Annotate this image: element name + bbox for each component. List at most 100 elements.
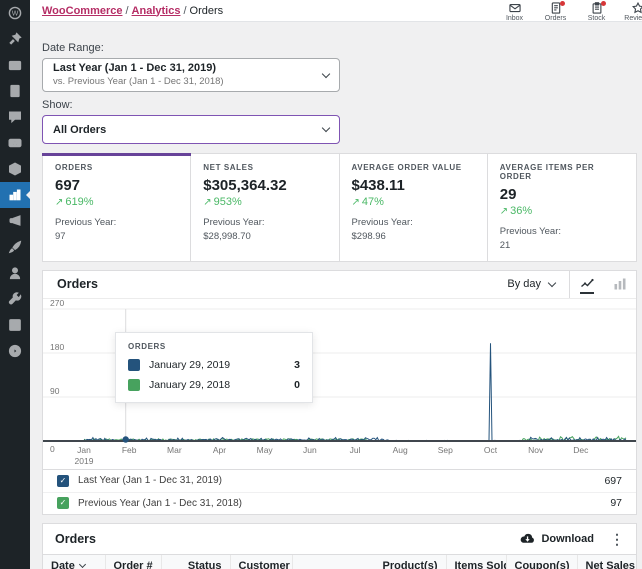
summary-card-average-items-per-order[interactable]: AVERAGE ITEMS PER ORDER 29 ↗ 36% Previous… (488, 154, 636, 261)
breadcrumb-current: Orders (189, 4, 224, 17)
sidebar-item-marketing[interactable] (0, 208, 30, 234)
date-range-compare: vs. Previous Year (Jan 1 - Dec 31, 2018) (53, 75, 224, 87)
legend-row-previous-year[interactable]: ✓ Previous Year (Jan 1 - Dec 31, 2018) 9… (43, 491, 636, 514)
tooltip-row: January 29, 2018 0 (128, 378, 300, 391)
orders-chart-panel: Orders By day 270 180 90 0 Jan 2019 Feb Mar Apr… (42, 269, 637, 515)
card-previous: Previous Year: $28,998.70 (203, 217, 265, 242)
interval-select[interactable]: By day (493, 271, 569, 298)
notification-badge (601, 1, 606, 6)
checkbox-checked-icon[interactable]: ✓ (57, 474, 69, 487)
tooltip-value: 0 (294, 378, 300, 391)
breadcrumb-woocommerce[interactable]: WooCommerce (42, 5, 122, 17)
column-header-status: Status (160, 553, 230, 569)
card-trend: ↗ 953% (203, 196, 242, 208)
admin-sidebar: W W (0, 0, 30, 569)
card-value: 29 (499, 186, 517, 203)
column-header-items-sold: Items Sold (445, 553, 506, 569)
pushpin-icon (9, 32, 22, 45)
trend-up-icon: ↗ (55, 197, 64, 208)
sidebar-item-products[interactable] (0, 156, 30, 182)
sidebar-item-media[interactable] (0, 52, 30, 78)
summary-card-average-order-value[interactable]: AVERAGE ORDER VALUE $438.11 ↗ 47% Previou… (340, 154, 488, 261)
svg-text:W: W (12, 11, 19, 18)
chart-legend: ✓ Last Year (Jan 1 - Dec 31, 2019) 697 ✓… (43, 468, 636, 514)
wordpress-logo-icon: W (8, 6, 22, 20)
activity-label: Orders (544, 15, 567, 22)
card-previous: Previous Year: $298.96 (351, 217, 413, 242)
date-range-value: Last Year (Jan 1 - Dec 31, 2019) (53, 62, 217, 75)
sort-chevron-icon (78, 560, 86, 568)
bar-chart-icon (614, 278, 625, 290)
breadcrumb-analytics[interactable]: Analytics (132, 5, 181, 17)
brush-icon (8, 240, 22, 254)
table-header-row: Date Order # Status Customer Product(s) … (43, 553, 636, 569)
summary-card-net-sales[interactable]: NET SALES $305,364.32 ↗ 953% Previous Yea… (191, 154, 340, 261)
column-header-products: Product(s) (291, 553, 446, 569)
chart-plot-area[interactable]: 270 180 90 0 Jan 2019 Feb Mar Apr May Jun Jul Aug Se… (43, 298, 636, 469)
table-title: Orders (55, 531, 96, 546)
checkbox-checked-icon[interactable]: ✓ (57, 497, 69, 510)
report-filters: Date Range: Last Year (Jan 1 - Dec 31, 2… (42, 42, 637, 144)
download-button[interactable]: Download (520, 533, 594, 545)
chart-header: Orders By day (43, 270, 636, 299)
bar-chart-toggle[interactable] (603, 271, 636, 298)
download-label: Download (541, 532, 594, 545)
orders-table-panel: Orders Download ⋮ Date Order # Status Cu… (42, 522, 637, 569)
legend-row-last-year[interactable]: ✓ Last Year (Jan 1 - Dec 31, 2019) 697 (43, 470, 636, 492)
show-select[interactable]: All Orders (42, 115, 340, 144)
series-color-swatch (128, 358, 140, 371)
activity-stock[interactable]: Stock (576, 0, 617, 22)
comments-icon (9, 111, 21, 124)
tooltip-title: ORDERS (128, 341, 166, 351)
card-label: ORDERS (55, 163, 93, 172)
sidebar-item-analytics[interactable] (0, 182, 30, 208)
activity-label: Inbox (505, 15, 524, 22)
card-label: NET SALES (203, 163, 254, 172)
pages-icon (10, 84, 20, 98)
show-value: All Orders (53, 123, 107, 136)
card-trend: ↗ 36% (499, 205, 533, 217)
column-header-order: Order # (104, 553, 161, 569)
series-color-swatch (128, 378, 140, 391)
activity-reviews[interactable]: Reviews (617, 0, 642, 22)
column-header-date[interactable]: Date (43, 553, 105, 569)
sidebar-item-posts[interactable] (0, 26, 30, 52)
summary-cards: ORDERS 697 ↗ 619% Previous Year: 97 NET SA… (41, 153, 637, 262)
bar-chart-icon (9, 189, 21, 201)
sidebar-item-users[interactable] (0, 260, 30, 286)
date-range-select[interactable]: Last Year (Jan 1 - Dec 31, 2019) vs. Pre… (42, 58, 340, 92)
cloud-download-icon (521, 533, 535, 543)
tooltip-value: 3 (294, 358, 300, 371)
trend-up-icon: ↗ (203, 197, 212, 208)
tooltip-row: January 29, 2019 3 (128, 358, 300, 371)
legend-label: Last Year (Jan 1 - Dec 31, 2019) (78, 475, 222, 487)
activity-orders[interactable]: Orders (535, 0, 576, 22)
tooltip-label: January 29, 2018 (149, 378, 231, 391)
inbox-icon (508, 4, 521, 13)
line-chart-toggle[interactable] (570, 271, 603, 298)
media-icon (8, 60, 22, 71)
table-header-bar: Orders Download ⋮ (43, 524, 636, 554)
settings-icon (9, 319, 21, 331)
table-menu-button[interactable]: ⋮ (610, 532, 624, 546)
sidebar-item-settings[interactable] (0, 312, 30, 338)
sidebar-item-appearance[interactable] (0, 234, 30, 260)
sidebar-item-collapse-menu[interactable] (0, 338, 30, 364)
card-previous: Previous Year: 97 (55, 217, 117, 242)
sidebar-item-woocommerce[interactable]: W (0, 130, 30, 156)
chevron-down-icon (321, 123, 331, 133)
sidebar-item-comments[interactable] (0, 104, 30, 130)
legend-value: 97 (610, 497, 622, 510)
chart-controls: By day (493, 270, 636, 298)
reviews-star-icon (631, 2, 642, 14)
breadcrumb: WooCommerce / Analytics / Orders (42, 5, 223, 17)
sidebar-item-wordpress-logo[interactable]: W (0, 0, 30, 26)
sidebar-item-pages[interactable] (0, 78, 30, 104)
sidebar-item-tools[interactable] (0, 286, 30, 312)
activity-panel: Inbox Orders Stock Reviews (494, 0, 642, 22)
line-chart-icon (580, 278, 594, 288)
card-previous: Previous Year: 21 (499, 226, 562, 251)
summary-card-orders[interactable]: ORDERS 697 ↗ 619% Previous Year: 97 (41, 153, 192, 261)
activity-inbox[interactable]: Inbox (494, 0, 535, 22)
activity-label: Reviews (624, 15, 642, 22)
